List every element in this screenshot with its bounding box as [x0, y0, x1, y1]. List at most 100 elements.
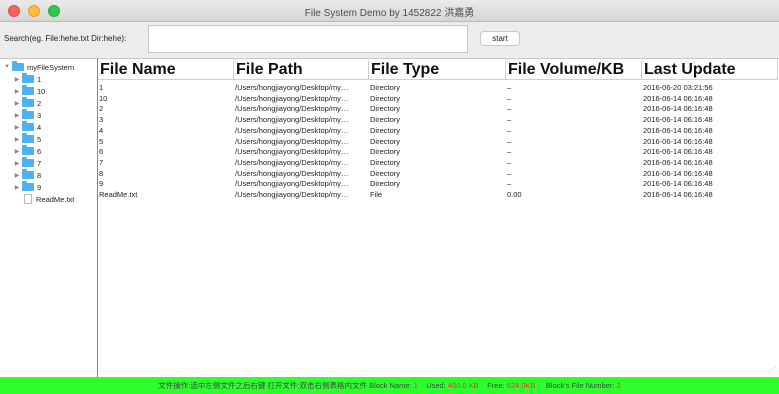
block-name-label: Block Name:: [369, 381, 412, 390]
free-label: Free:: [487, 381, 505, 390]
table-row[interactable]: 7/Users/hongjiayong/Desktop/my… Directory…: [98, 157, 779, 168]
folder-icon: [22, 169, 34, 179]
cell-file-path: /Users/hongjiayong/Desktop/my…: [235, 136, 349, 146]
table-row[interactable]: 6/Users/hongjiayong/Desktop/my… Directory…: [98, 146, 779, 157]
cell-file-path: /Users/hongjiayong/Desktop/my…: [235, 104, 349, 114]
cell-file-volume: –: [507, 93, 512, 103]
expand-arrow-icon[interactable]: ▶: [12, 112, 22, 119]
tree-item-label: 1: [37, 74, 42, 84]
header-file-volume[interactable]: File Volume/KB: [506, 60, 642, 80]
folder-icon: [12, 61, 24, 71]
expand-arrow-icon[interactable]: ▶: [12, 88, 22, 95]
cell-file-name: 8: [99, 168, 104, 178]
search-label: Search(eg. File:hehe.txt Dir:hehe):: [4, 34, 127, 43]
expand-arrow-icon[interactable]: ▶: [12, 136, 22, 143]
tree-item[interactable]: ▶ 6: [12, 145, 41, 157]
expand-arrow-icon[interactable]: ▶: [12, 172, 22, 179]
cell-file-name: ReadMe.txt: [99, 190, 138, 199]
expand-arrow-icon[interactable]: ▶: [12, 124, 22, 131]
tree-item[interactable]: ▶ 7: [12, 157, 41, 169]
file-icon: [24, 194, 32, 204]
cell-last-update: 2016-06-14 06:16:48: [643, 93, 713, 103]
cell-file-type: Directory: [370, 179, 401, 189]
expand-arrow-icon[interactable]: ▶: [12, 184, 22, 191]
table-row[interactable]: 5/Users/hongjiayong/Desktop/my… Directory…: [98, 136, 779, 147]
header-file-path[interactable]: File Path: [234, 60, 369, 80]
tree-item-label: 5: [37, 134, 42, 144]
resize-grip-icon[interactable]: ⋰: [768, 365, 776, 374]
search-input[interactable]: [148, 25, 468, 53]
cell-last-update: 2016-06-14 06:16:48: [643, 136, 713, 146]
tree-item-label: 2: [37, 98, 42, 108]
cell-last-update: 2016-06-14 06:16:48: [643, 147, 713, 157]
cell-file-volume: 0.00: [507, 190, 522, 199]
cell-file-path: /Users/hongjiayong/Desktop/my…: [235, 93, 349, 103]
header-file-name[interactable]: File Name: [98, 60, 234, 80]
used-label: Used:: [426, 381, 446, 390]
tree-item-label: 7: [37, 158, 42, 168]
table-row[interactable]: 4/Users/hongjiayong/Desktop/my… Directory…: [98, 125, 779, 136]
cell-file-type: Directory: [370, 104, 401, 114]
folder-icon: [22, 97, 34, 107]
table-row[interactable]: 9/Users/hongjiayong/Desktop/my… Directory…: [98, 178, 779, 189]
table-row[interactable]: 8/Users/hongjiayong/Desktop/my… Directory…: [98, 168, 779, 179]
folder-icon: [22, 157, 34, 167]
table-row[interactable]: 1/Users/hongjiayong/Desktop/my… Directory…: [98, 82, 779, 93]
expand-arrow-icon[interactable]: ▶: [12, 160, 22, 167]
cell-file-name: 1: [99, 83, 104, 92]
folder-icon: [22, 85, 34, 95]
header-last-update[interactable]: Last Update: [642, 60, 778, 80]
cell-file-volume: –: [507, 136, 512, 146]
tree-item[interactable]: ▶ 3: [12, 109, 41, 121]
tree-item-label: 4: [37, 122, 42, 132]
tree-item[interactable]: ▶ 5: [12, 133, 41, 145]
tree-item[interactable]: ReadMe.txt: [12, 193, 74, 205]
tree-item[interactable]: ▶ 4: [12, 121, 41, 133]
cell-file-type: Directory: [370, 93, 401, 103]
block-name-value: 1: [413, 381, 418, 390]
file-table[interactable]: ⋰ File Name File Path File Type File Volume…: [98, 58, 779, 377]
tree-root-label: myFileSystem: [27, 62, 75, 72]
search-bar: Search(eg. File:hehe.txt Dir:hehe): star…: [0, 22, 779, 58]
cell-last-update: 2016-06-14 06:16:48: [643, 115, 713, 125]
status-instructions: 文件操作:选中左侧文件之后右键 打开文件:双击右侧表格内文件: [158, 381, 367, 390]
table-row[interactable]: 3/Users/hongjiayong/Desktop/my… Directory…: [98, 114, 779, 125]
cell-file-name: 2: [99, 104, 104, 114]
table-row[interactable]: 10/Users/hongjiayong/Desktop/my… Director…: [98, 93, 779, 104]
cell-file-volume: –: [507, 115, 512, 125]
expand-arrow-icon[interactable]: ▶: [12, 100, 22, 107]
cell-file-volume: –: [507, 125, 512, 135]
folder-icon: [22, 121, 34, 131]
cell-file-type: Directory: [370, 136, 401, 146]
table-row[interactable]: 2/Users/hongjiayong/Desktop/my… Directory…: [98, 103, 779, 114]
cell-file-path: /Users/hongjiayong/Desktop/my…: [235, 125, 349, 135]
cell-file-name: 4: [99, 125, 104, 135]
start-button[interactable]: start: [480, 31, 520, 46]
cell-file-type: Directory: [370, 147, 401, 157]
tree-item[interactable]: ▶ 2: [12, 97, 41, 109]
cell-file-name: 6: [99, 147, 104, 157]
cell-last-update: 2016-06-14 06:16:48: [643, 190, 713, 199]
tree-item[interactable]: ▶ 1: [12, 73, 41, 85]
cell-last-update: 2016-06-14 06:16:48: [643, 125, 713, 135]
file-number-value: 2: [616, 381, 621, 390]
file-tree[interactable]: ▼ myFileSystem ▶ 1 ▶ 10 ▶ 2 ▶ 3 ▶ 4 ▶ 5 ▶ 6 ▶ 7 ▶ 8 ▶ 9 Read…: [0, 58, 98, 377]
tree-item-label: 9: [37, 182, 42, 192]
header-file-type[interactable]: File Type: [369, 60, 506, 80]
tree-item-label: 6: [37, 146, 42, 156]
cell-file-type: Directory: [370, 168, 401, 178]
expand-arrow-icon[interactable]: ▶: [12, 148, 22, 155]
tree-root[interactable]: ▼ myFileSystem: [2, 61, 74, 73]
expand-arrow-icon[interactable]: ▼: [2, 64, 12, 70]
cell-last-update: 2016-06-14 06:16:48: [643, 157, 713, 167]
tree-item[interactable]: ▶ 10: [12, 85, 45, 97]
cell-file-path: /Users/hongjiayong/Desktop/my…: [235, 179, 349, 189]
tree-item[interactable]: ▶ 8: [12, 169, 41, 181]
title-bar: File System Demo by 1452822 洪嘉勇: [0, 0, 779, 22]
expand-arrow-icon[interactable]: ▶: [12, 76, 22, 83]
cell-file-volume: –: [507, 83, 512, 92]
cell-file-type: Directory: [370, 125, 401, 135]
cell-file-path: /Users/hongjiayong/Desktop/my…: [235, 83, 349, 92]
table-row[interactable]: ReadMe.txt/Users/hongjiayong/Desktop/my……: [98, 189, 779, 200]
tree-item[interactable]: ▶ 9: [12, 181, 41, 193]
